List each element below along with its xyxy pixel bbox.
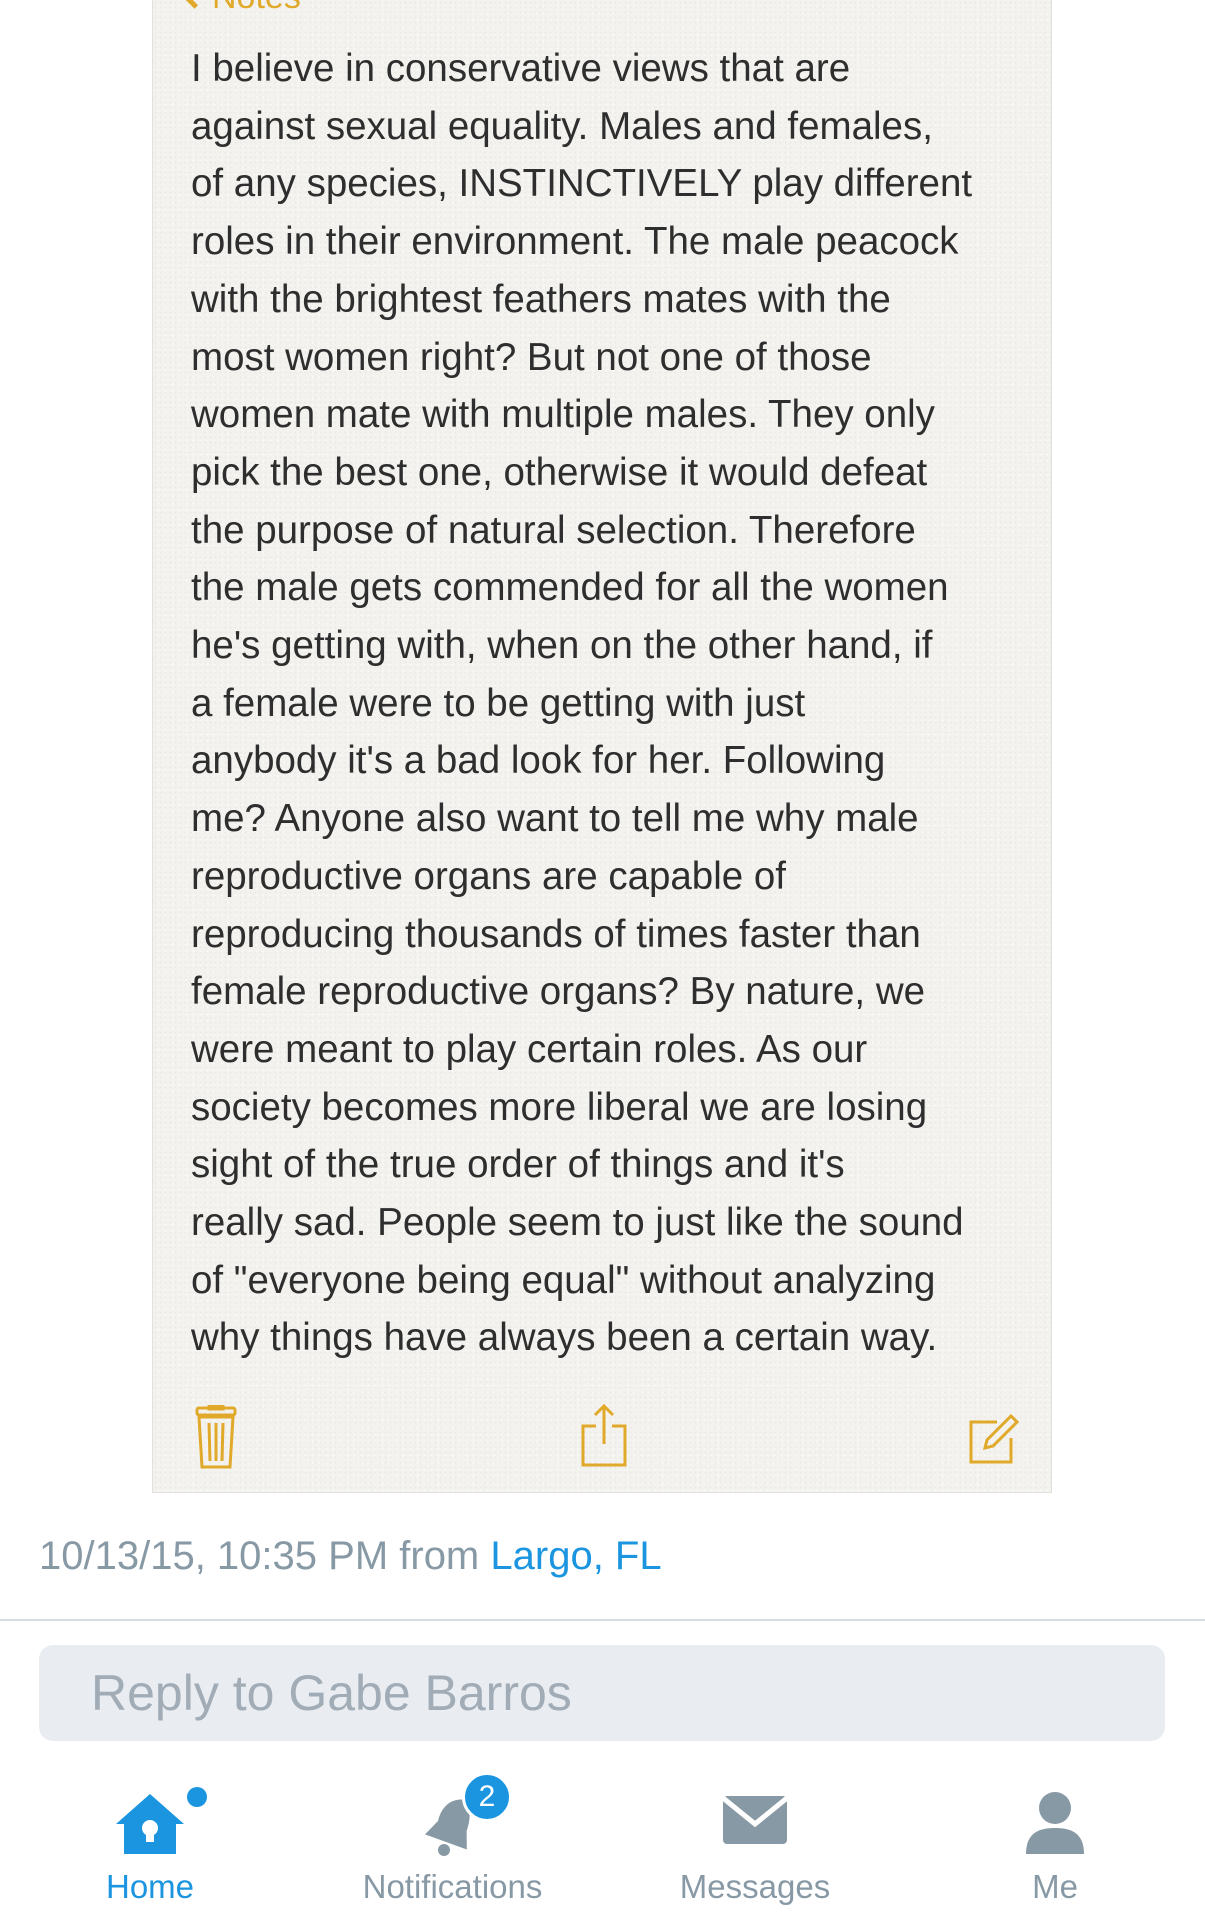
location-link[interactable]: Largo, FL [490, 1534, 661, 1578]
tab-home-label: Home [105, 1868, 195, 1905]
reply-placeholder: Reply to Gabe Barros [91, 1665, 572, 1721]
chevron-left-icon [183, 0, 211, 9]
tab-messages[interactable]: Messages [650, 1770, 860, 1920]
reply-input[interactable]: Reply to Gabe Barros [39, 1645, 1165, 1741]
share-icon [577, 1402, 631, 1468]
tab-me-label: Me [1032, 1868, 1078, 1905]
tab-bar: Home 2 Notifications Messages Me [0, 1770, 1205, 1920]
timestamp-text: 10/13/15, 10:35 PM from [39, 1534, 480, 1578]
person-icon [1022, 1788, 1088, 1858]
compose-icon [967, 1412, 1019, 1466]
new-tweets-dot [187, 1787, 207, 1807]
notes-back-label: Notes [212, 0, 301, 12]
notification-count-badge: 2 [462, 1772, 512, 1822]
envelope-icon [721, 1788, 789, 1850]
tweet-timestamp: 10/13/15, 10:35 PM from Largo, FL [39, 1534, 662, 1579]
tab-notifications[interactable]: 2 Notifications [330, 1770, 575, 1920]
trash-icon [189, 1405, 243, 1471]
tab-messages-label: Messages [679, 1868, 831, 1905]
embedded-note-image: Notes I believe in conservative views th… [152, 0, 1052, 1493]
home-icon [112, 1788, 188, 1858]
note-text: I believe in conservative views that are… [191, 47, 973, 1360]
tab-home[interactable]: Home [70, 1770, 230, 1920]
tab-me[interactable]: Me [1010, 1770, 1100, 1920]
divider [0, 1619, 1205, 1621]
tab-notifications-label: Notifications [362, 1868, 543, 1905]
notes-back-button: Notes [183, 0, 301, 12]
